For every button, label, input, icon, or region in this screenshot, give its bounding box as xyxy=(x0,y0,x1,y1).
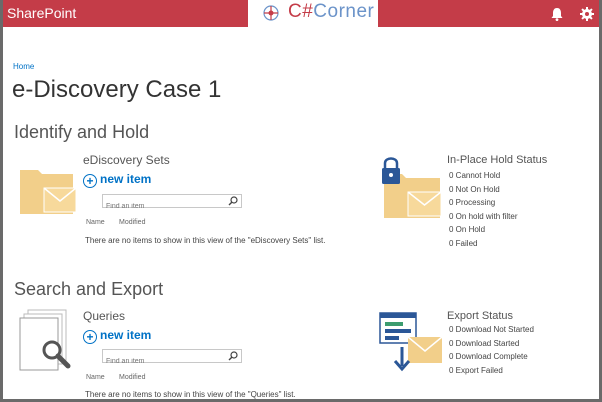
search-icon[interactable] xyxy=(228,351,238,361)
column-header-modified[interactable]: Modified xyxy=(119,219,145,226)
export-status-started[interactable]: 0 Download Started xyxy=(449,337,534,351)
list-title-queries[interactable]: Queries xyxy=(83,309,125,323)
export-status-failed[interactable]: 0 Export Failed xyxy=(449,364,534,378)
plus-icon: + xyxy=(83,330,97,344)
export-status-complete[interactable]: 0 Download Complete xyxy=(449,350,534,364)
new-item-button[interactable]: + new item xyxy=(83,328,151,344)
column-header-name[interactable]: Name xyxy=(86,374,105,381)
logo-mark-icon xyxy=(263,5,279,21)
search-box[interactable] xyxy=(102,194,242,213)
export-status-list: 0 Download Not Started 0 Download Starte… xyxy=(449,323,534,377)
page-title: e-Discovery Case 1 xyxy=(12,76,222,103)
export-doc-mail-icon xyxy=(379,312,443,372)
hold-status-not-on-hold[interactable]: 0 Not On Hold xyxy=(449,183,517,197)
suite-bar: SharePoint C#Corner xyxy=(0,0,602,27)
search-icon[interactable] xyxy=(228,196,238,206)
gear-icon[interactable] xyxy=(578,5,596,23)
hold-status-list: 0 Cannot Hold 0 Not On Hold 0 Processing… xyxy=(449,169,517,250)
list-title-ediscovery-sets[interactable]: eDiscovery Sets xyxy=(83,153,170,167)
empty-list-message: There are no items to show in this view … xyxy=(85,236,326,245)
search-input[interactable] xyxy=(103,200,227,213)
section-title-search: Search and Export xyxy=(14,279,164,299)
column-header-modified[interactable]: Modified xyxy=(119,374,145,381)
export-status-title: Export Status xyxy=(447,310,514,322)
site-logo[interactable]: C#Corner xyxy=(248,0,378,27)
app-brand[interactable]: SharePoint xyxy=(7,5,76,21)
empty-list-message: There are no items to show in this view … xyxy=(85,390,296,399)
section-title-identify: Identify and Hold xyxy=(14,122,150,142)
hold-status-on-hold-filter[interactable]: 0 On hold with filter xyxy=(449,210,517,224)
bell-icon[interactable] xyxy=(548,5,566,23)
new-item-button[interactable]: + new item xyxy=(83,172,151,188)
column-header-name[interactable]: Name xyxy=(86,219,105,226)
export-status-not-started[interactable]: 0 Download Not Started xyxy=(449,323,534,337)
search-input[interactable] xyxy=(103,355,227,368)
document-search-icon xyxy=(19,309,71,371)
hold-status-processing[interactable]: 0 Processing xyxy=(449,196,517,210)
hold-status-on-hold[interactable]: 0 On Hold xyxy=(449,223,517,237)
hold-folder-lock-icon xyxy=(382,157,442,218)
hold-status-title: In-Place Hold Status xyxy=(447,154,548,166)
plus-icon: + xyxy=(83,174,97,188)
hold-status-cannot-hold[interactable]: 0 Cannot Hold xyxy=(449,169,517,183)
breadcrumb-home[interactable]: Home xyxy=(13,62,34,71)
folder-mail-icon xyxy=(20,170,77,214)
logo-text: C#Corner xyxy=(288,1,375,22)
hold-status-failed[interactable]: 0 Failed xyxy=(449,237,517,251)
search-box[interactable] xyxy=(102,349,242,368)
